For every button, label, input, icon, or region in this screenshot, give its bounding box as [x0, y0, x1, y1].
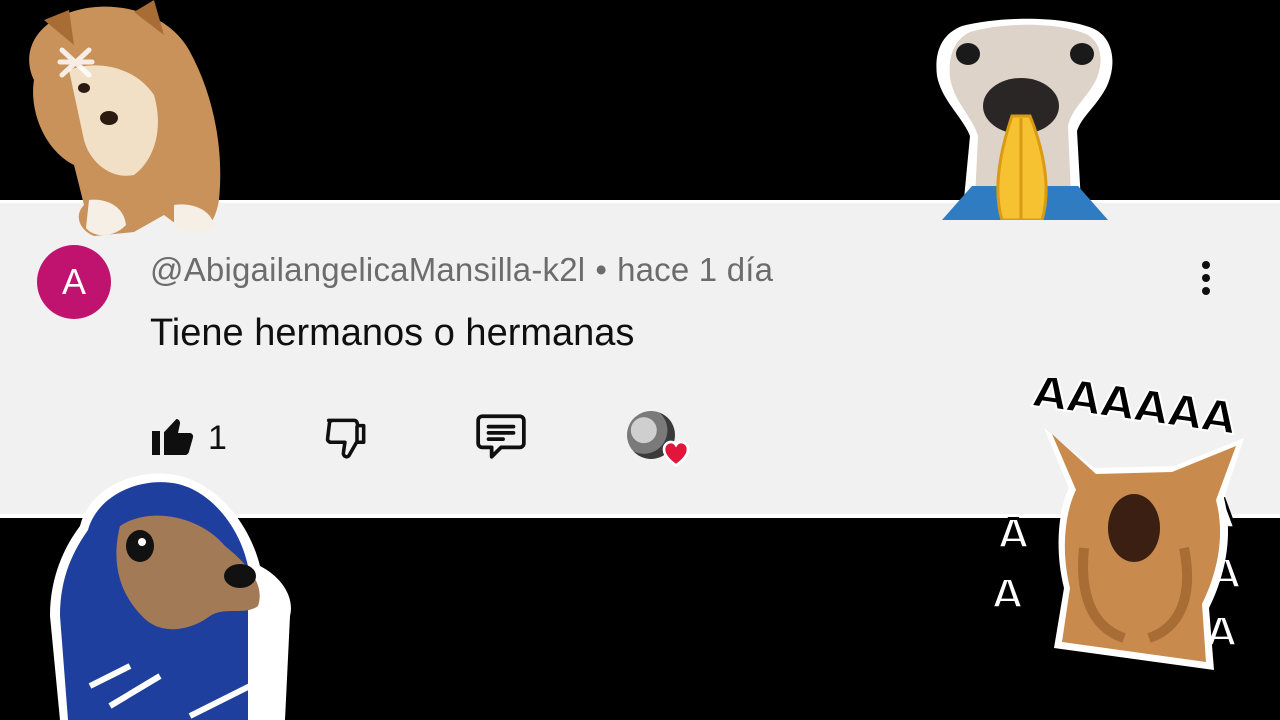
creator-heart-badge[interactable] — [627, 411, 693, 467]
svg-text:A: A — [992, 572, 1023, 618]
dislike-button[interactable] — [322, 411, 372, 466]
separator: • — [595, 251, 608, 288]
like-button[interactable] — [148, 411, 196, 464]
thumbs-down-icon — [325, 418, 366, 459]
thumbs-up-filled-icon — [152, 419, 194, 455]
avatar[interactable]: A — [37, 245, 111, 319]
praying-dog-sticker — [936, 18, 1113, 220]
timestamp[interactable]: hace 1 día — [617, 251, 773, 288]
username[interactable]: @AbigailangelicaMansilla-k2l — [150, 251, 585, 288]
scream-text: AAAAAA — [1030, 378, 1239, 445]
hooded-dog-sticker — [50, 473, 291, 720]
screaming-chihuahua-sticker: AAAAAA AAA AA — [991, 378, 1244, 670]
like-count: 1 — [208, 419, 227, 457]
reply-button[interactable] — [474, 411, 528, 466]
comment-meta: @AbigailangelicaMansilla-k2l • hace 1 día — [150, 251, 773, 289]
svg-text:A: A — [998, 512, 1029, 558]
heart-icon — [662, 440, 690, 467]
comment-text: Tiene hermanos o hermanas — [150, 312, 635, 354]
avatar-letter: A — [61, 261, 86, 302]
puppy-sticker — [29, 0, 221, 236]
more-vertical-icon[interactable] — [1194, 261, 1218, 305]
comment-reply-icon — [476, 414, 526, 459]
